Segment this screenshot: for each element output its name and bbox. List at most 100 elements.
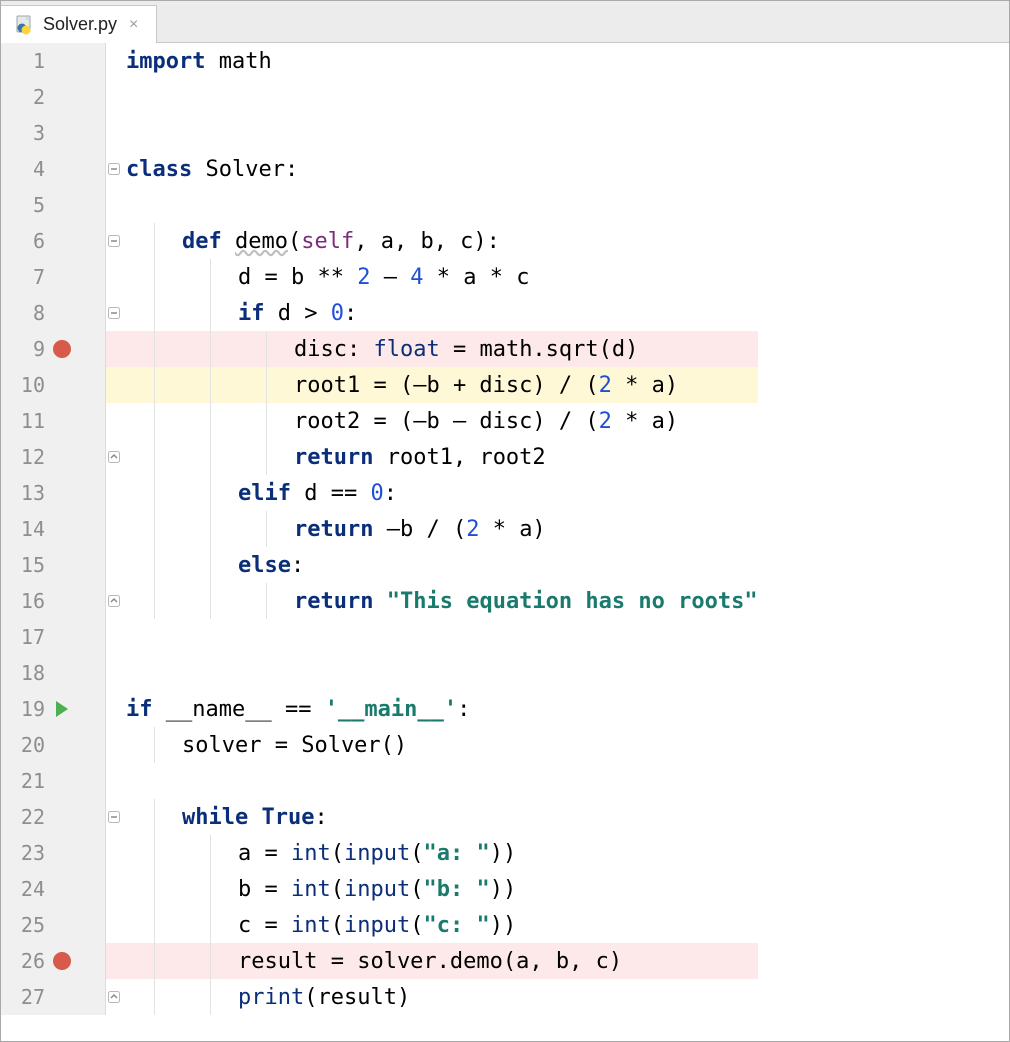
gutter-icon-empty[interactable] [53,664,71,682]
code-text[interactable]: def demo(self, a, b, c): [124,223,758,259]
gutter-row[interactable]: 26 [1,943,106,979]
gutter-row[interactable]: 17 [1,619,106,655]
code-line[interactable]: 1 import math [1,43,758,79]
code-line[interactable]: 9 disc: float = math.sqrt(d) [1,331,758,367]
gutter-icon-empty[interactable] [53,196,71,214]
gutter-row[interactable]: 25 [1,907,106,943]
gutter-icon-empty[interactable] [53,376,71,394]
code-line[interactable]: 23a = int(input("a: ")) [1,835,758,871]
gutter-icon-empty[interactable] [53,124,71,142]
fold-toggle-icon[interactable] [108,811,120,823]
gutter-row[interactable]: 4 [1,151,106,187]
code-line[interactable]: 8 if d > 0: [1,295,758,331]
gutter-icon-empty[interactable] [53,52,71,70]
code-line[interactable]: 21 [1,763,758,799]
fold-toggle-icon[interactable] [108,451,120,463]
code-line[interactable]: 3 [1,115,758,151]
gutter-row[interactable]: 12 [1,439,106,475]
gutter-icon-empty[interactable] [53,808,71,826]
code-line[interactable]: 12return root1, root2 [1,439,758,475]
code-line[interactable]: 26 result = solver.demo(a, b, c) [1,943,758,979]
gutter-icon-empty[interactable] [53,628,71,646]
gutter-icon-empty[interactable] [53,772,71,790]
gutter-row[interactable]: 9 [1,331,106,367]
code-line[interactable]: 5 [1,187,758,223]
gutter-row[interactable]: 27 [1,979,106,1015]
code-line[interactable]: 11 root2 = (–b – disc) / (2 * a) [1,403,758,439]
code-text[interactable]: return "This equation has no roots" [124,583,758,619]
gutter-row[interactable]: 1 [1,43,106,79]
gutter-row[interactable]: 22 [1,799,106,835]
code-line[interactable]: 2 [1,79,758,115]
code-text[interactable]: return –b / (2 * a) [124,511,758,547]
gutter-icon-empty[interactable] [53,232,71,250]
code-line[interactable]: 15 else: [1,547,758,583]
code-text[interactable]: root2 = (–b – disc) / (2 * a) [124,403,758,439]
gutter-icon-empty[interactable] [53,484,71,502]
gutter-icon-empty[interactable] [53,736,71,754]
gutter-icon-empty[interactable] [53,988,71,1006]
gutter-row[interactable]: 24 [1,871,106,907]
code-text[interactable] [124,655,758,691]
code-line[interactable]: 27 print(result) [1,979,758,1015]
code-text[interactable]: b = int(input("b: ")) [124,871,758,907]
editor-tab[interactable]: Solver.py × [1,5,157,43]
code-text[interactable] [124,763,758,799]
code-editor[interactable]: 1 import math234 class Solver: 56 def demo(s… [1,43,1009,1041]
gutter-icon-empty[interactable] [53,412,71,430]
code-text[interactable]: else: [124,547,758,583]
code-text[interactable]: disc: float = math.sqrt(d) [124,331,758,367]
code-text[interactable]: while True: [124,799,758,835]
gutter-row[interactable]: 10 [1,367,106,403]
gutter-icon-empty[interactable] [53,268,71,286]
code-text[interactable]: elif d == 0: [124,475,758,511]
code-text[interactable] [124,115,758,151]
fold-toggle-icon[interactable] [108,991,120,1003]
gutter-icon-empty[interactable] [53,88,71,106]
gutter-icon-empty[interactable] [53,160,71,178]
code-line[interactable]: 4 class Solver: [1,151,758,187]
code-line[interactable]: 6 def demo(self, a, b, c): [1,223,758,259]
gutter-row[interactable]: 19 [1,691,106,727]
code-line[interactable]: 17 [1,619,758,655]
code-text[interactable]: result = solver.demo(a, b, c) [124,943,758,979]
gutter-row[interactable]: 7 [1,259,106,295]
code-text[interactable]: print(result) [124,979,758,1015]
gutter-icon-empty[interactable] [53,304,71,322]
code-text[interactable]: class Solver: [124,151,758,187]
code-line[interactable]: 13elif d == 0: [1,475,758,511]
gutter-row[interactable]: 5 [1,187,106,223]
fold-toggle-icon[interactable] [108,307,120,319]
gutter-icon-empty[interactable] [53,592,71,610]
code-line[interactable]: 10root1 = (–b + disc) / (2 * a) [1,367,758,403]
code-line[interactable]: 16 return "This equation has no roots" [1,583,758,619]
code-text[interactable]: a = int(input("a: ")) [124,835,758,871]
fold-toggle-icon[interactable] [108,163,120,175]
code-line[interactable]: 24 b = int(input("b: ")) [1,871,758,907]
gutter-icon-empty[interactable] [53,880,71,898]
gutter-row[interactable]: 3 [1,115,106,151]
gutter-row[interactable]: 20 [1,727,106,763]
fold-toggle-icon[interactable] [108,595,120,607]
gutter-icon-empty[interactable] [53,844,71,862]
code-line[interactable]: 19if __name__ == '__main__': [1,691,758,727]
gutter-icon-empty[interactable] [53,520,71,538]
gutter-row[interactable]: 11 [1,403,106,439]
code-text[interactable]: import math [124,43,758,79]
gutter-icon-empty[interactable] [53,556,71,574]
gutter-icon-empty[interactable] [53,916,71,934]
breakpoint-icon[interactable] [53,952,71,970]
gutter-row[interactable]: 21 [1,763,106,799]
gutter-row[interactable]: 15 [1,547,106,583]
code-line[interactable]: 22 while True: [1,799,758,835]
code-line[interactable]: 25c = int(input("c: ")) [1,907,758,943]
gutter-row[interactable]: 16 [1,583,106,619]
code-line[interactable]: 18 [1,655,758,691]
gutter-row[interactable]: 6 [1,223,106,259]
code-line[interactable]: 7d = b ** 2 – 4 * a * c [1,259,758,295]
code-text[interactable]: solver = Solver() [124,727,758,763]
code-line[interactable]: 20 solver = Solver() [1,727,758,763]
gutter-row[interactable]: 14 [1,511,106,547]
gutter-row[interactable]: 8 [1,295,106,331]
code-text[interactable]: if d > 0: [124,295,758,331]
